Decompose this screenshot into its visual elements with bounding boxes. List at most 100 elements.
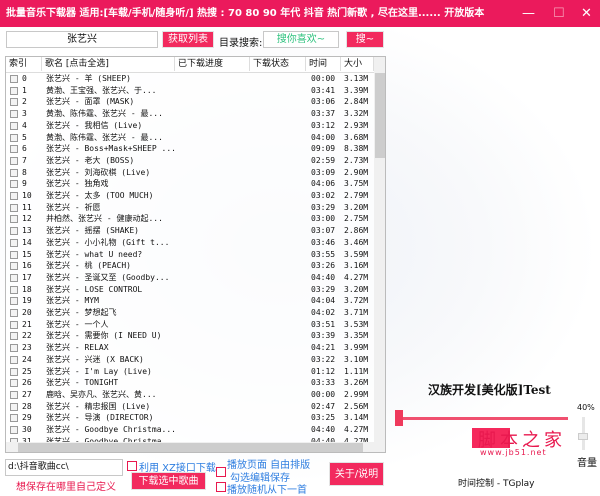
fetch-list-button[interactable]: 获取列表	[162, 31, 214, 48]
row-checkbox[interactable]	[10, 285, 18, 294]
row-checkbox[interactable]	[10, 203, 18, 212]
row-checkbox[interactable]	[10, 110, 18, 119]
row-checkbox[interactable]	[10, 156, 18, 165]
horizontal-scrollbar[interactable]	[6, 442, 385, 452]
row-size: 2.93M	[344, 120, 369, 130]
minimize-button[interactable]: —	[522, 0, 535, 27]
table-row[interactable]: 27 鹿晗、吴亦凡、张艺兴、黄... 00:00 2.99M	[6, 389, 374, 401]
row-checkbox[interactable]	[10, 86, 18, 95]
table-row[interactable]: 22 张艺兴 - 需要你 (I NEED U) 03:39 3.35M	[6, 330, 374, 342]
table-row[interactable]: 1 黄渤、王宝强、张艺兴、于... 03:41 3.39M	[6, 85, 374, 97]
table-row[interactable]: 17 张艺兴 - 圣诞又至 (Goodby... 04:40 4.27M	[6, 272, 374, 284]
row-checkbox[interactable]	[10, 273, 18, 282]
row-checkbox[interactable]	[10, 297, 18, 306]
row-checkbox[interactable]	[10, 355, 18, 364]
row-checkbox[interactable]	[10, 426, 18, 434]
row-checkbox[interactable]	[10, 262, 18, 271]
maximize-button[interactable]: ☐	[553, 0, 565, 27]
scrollbar-thumb[interactable]	[18, 443, 363, 452]
row-song-name: 张艺兴 - 需要你 (I NEED U)	[46, 331, 162, 341]
row-checkbox[interactable]	[10, 145, 18, 154]
table-row[interactable]: 3 黄渤、陈伟霆、张艺兴 - 最... 03:37 3.32M	[6, 108, 374, 120]
xz-checkbox[interactable]	[127, 461, 137, 471]
row-song-name: 张艺兴 - TONIGHT	[46, 378, 119, 388]
row-song-name: 黄渤、王宝强、张艺兴、于...	[46, 85, 157, 95]
row-checkbox[interactable]	[10, 367, 18, 376]
table-row[interactable]: 11 张艺兴 - 祈愿 03:29 3.20M	[6, 202, 374, 214]
col-progress[interactable]: 已下载进度	[175, 57, 250, 71]
volume-slider-handle[interactable]	[578, 432, 588, 440]
close-button[interactable]: ✕	[581, 0, 592, 27]
scrollbar-thumb[interactable]	[375, 73, 385, 158]
table-row[interactable]: 25 张艺兴 - I'm Lay (Live) 01:12 1.11M	[6, 366, 374, 378]
table-row[interactable]: 5 黄渤、陈伟霆、张艺兴 - 最... 04:00 3.68M	[6, 132, 374, 144]
table-row[interactable]: 24 张艺兴 - 兴迷 (X BACK) 03:22 3.10M	[6, 354, 374, 366]
progress-slider[interactable]	[395, 417, 568, 420]
about-button[interactable]: 关于/说明	[329, 462, 384, 486]
save-path-input[interactable]: d:\抖音歌曲cc\	[5, 459, 123, 476]
table-row[interactable]: 12 井柏然、张艺兴 - 健康动起... 03:00 2.75M	[6, 213, 374, 225]
table-row[interactable]: 18 张艺兴 - LOSE CONTROL 03:29 3.20M	[6, 284, 374, 296]
row-checkbox[interactable]	[10, 402, 18, 411]
row-size: 3.75M	[344, 179, 369, 189]
table-row[interactable]: 21 张艺兴 - 一个人 03:51 3.53M	[6, 319, 374, 331]
dir-search-input[interactable]: 搜你喜欢~	[263, 31, 339, 48]
table-row[interactable]: 14 张艺兴 - 小小礼物 (Gift t... 03:46 3.46M	[6, 237, 374, 249]
table-row[interactable]: 7 张艺兴 - 老大 (BOSS) 02:59 2.73M	[6, 155, 374, 167]
download-selected-button[interactable]: 下载选中歌曲	[131, 472, 206, 490]
row-checkbox[interactable]	[10, 121, 18, 130]
row-size: 3.53M	[344, 319, 369, 329]
table-row[interactable]: 0 张艺兴 - 羊 (SHEEP) 00:00 3.13M	[6, 73, 374, 85]
table-row[interactable]: 6 张艺兴 - Boss+Mask+SHEEP ... 09:09 8.38M	[6, 143, 374, 155]
row-time: 09:09	[311, 144, 336, 154]
row-checkbox[interactable]	[10, 344, 18, 353]
row-checkbox[interactable]	[10, 180, 18, 189]
row-checkbox[interactable]	[10, 227, 18, 236]
row-checkbox[interactable]	[10, 75, 18, 83]
progress-slider-handle[interactable]	[395, 410, 403, 426]
row-checkbox[interactable]	[10, 320, 18, 329]
row-index: 15	[22, 249, 32, 259]
table-row[interactable]: 20 张艺兴 - 梦想起飞 04:02 3.71M	[6, 307, 374, 319]
row-checkbox[interactable]	[10, 98, 18, 107]
col-time[interactable]: 时间	[306, 57, 341, 71]
table-row[interactable]: 23 张艺兴 - RELAX 04:21 3.99M	[6, 342, 374, 354]
table-row[interactable]: 2 张艺兴 - 面罩 (MASK) 03:06 2.84M	[6, 96, 374, 108]
table-row[interactable]: 4 张艺兴 - 我相信 (Live) 03:12 2.93M	[6, 120, 374, 132]
row-checkbox[interactable]	[10, 390, 18, 399]
row-checkbox[interactable]	[10, 309, 18, 317]
row-checkbox[interactable]	[10, 215, 18, 224]
row-checkbox[interactable]	[10, 133, 18, 142]
table-row[interactable]: 9 张艺兴 - 独角戏 04:06 3.75M	[6, 178, 374, 190]
row-time: 03:29	[311, 284, 336, 294]
row-checkbox[interactable]	[10, 238, 18, 247]
table-row[interactable]: 15 张艺兴 - what U need? 03:55 3.59M	[6, 249, 374, 261]
random-checkbox[interactable]	[216, 482, 226, 492]
row-checkbox[interactable]	[10, 414, 18, 423]
col-status[interactable]: 下载状态	[250, 57, 306, 71]
row-checkbox[interactable]	[10, 379, 18, 388]
col-size[interactable]: 大小	[341, 57, 374, 71]
row-checkbox[interactable]	[10, 192, 18, 200]
table-row[interactable]: 28 张艺兴 - 精忠报国 (Live) 02:47 2.56M	[6, 401, 374, 413]
layout-checkbox[interactable]	[216, 467, 226, 477]
row-size: 3.16M	[344, 261, 369, 271]
table-row[interactable]: 16 张艺兴 - 桃 (PEACH) 03:26 3.16M	[6, 260, 374, 272]
table-row[interactable]: 19 张艺兴 - MYM 04:04 3.72M	[6, 295, 374, 307]
table-row[interactable]: 29 张艺兴 - 导演 (DIRECTOR) 03:25 3.14M	[6, 412, 374, 424]
search-button[interactable]: 搜~	[346, 31, 384, 48]
table-row[interactable]: 10 张艺兴 - 太多 (TOO MUCH) 03:02 2.79M	[6, 190, 374, 202]
row-checkbox[interactable]	[10, 332, 18, 341]
row-size: 3.20M	[344, 202, 369, 212]
row-checkbox[interactable]	[10, 250, 18, 259]
row-checkbox[interactable]	[10, 168, 18, 177]
col-index[interactable]: 索引	[6, 57, 42, 71]
table-row[interactable]: 26 张艺兴 - TONIGHT 03:33 3.26M	[6, 377, 374, 389]
artist-input[interactable]: 张艺兴	[6, 31, 158, 48]
table-row[interactable]: 13 张艺兴 - 摇摆 (SHAKE) 03:07 2.86M	[6, 225, 374, 237]
table-row[interactable]: 8 张艺兴 - 刘海砍棋 (Live) 03:09 2.90M	[6, 167, 374, 179]
col-song-name[interactable]: 歌名 [点击全选]	[42, 57, 175, 71]
row-size: 3.71M	[344, 308, 369, 317]
table-row[interactable]: 30 张艺兴 - Goodbye Christma... 04:40 4.27M	[6, 424, 374, 436]
vertical-scrollbar[interactable]	[374, 57, 385, 442]
